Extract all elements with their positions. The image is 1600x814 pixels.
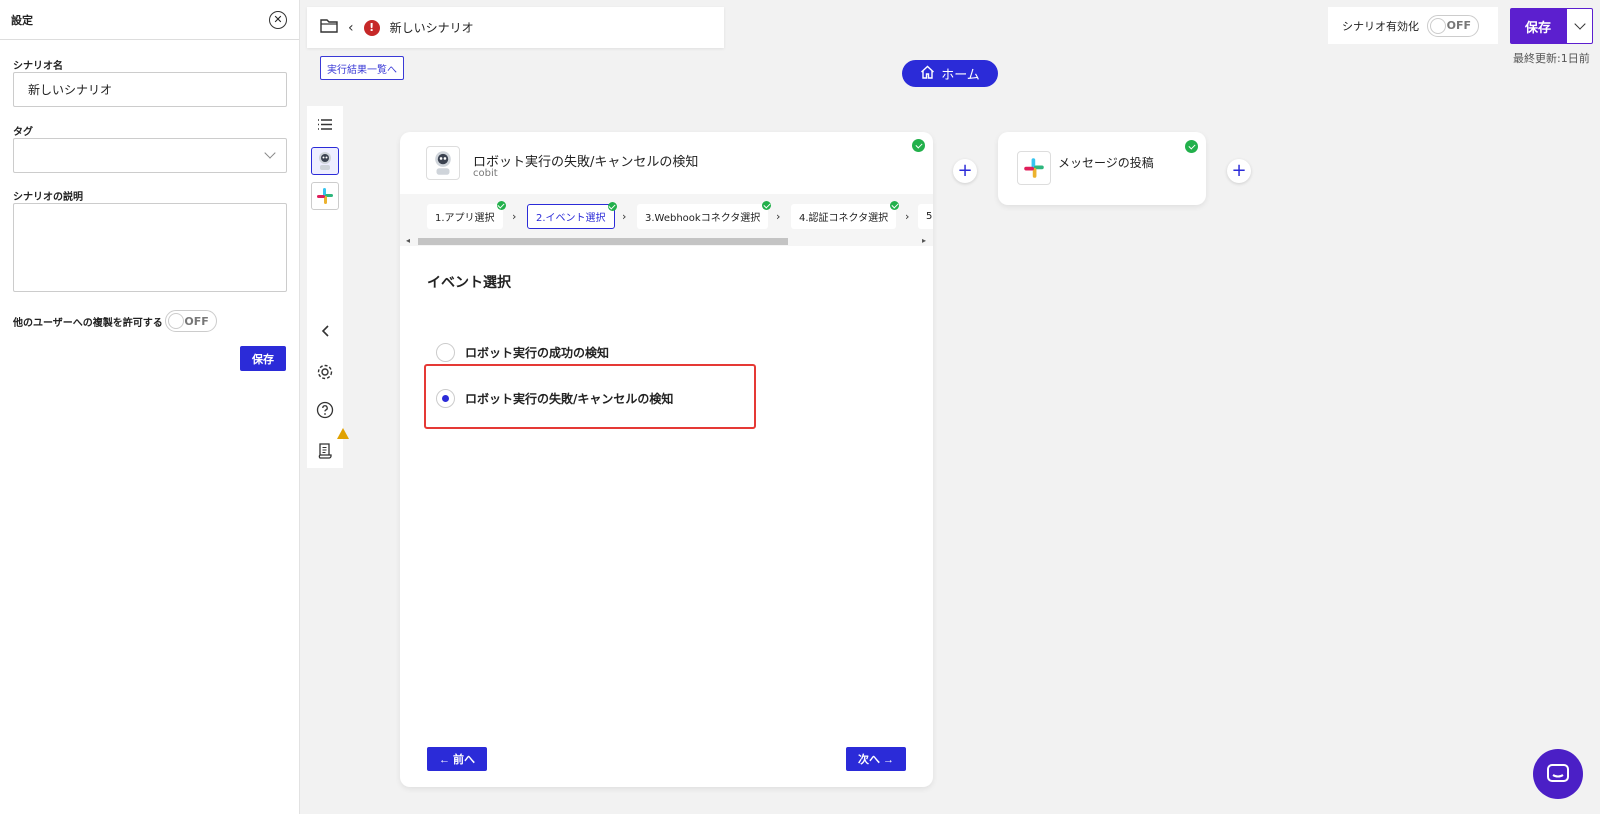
radio-button[interactable] <box>436 343 455 362</box>
scenario-name-input[interactable]: 新しいシナリオ <box>13 72 287 107</box>
error-icon: ! <box>363 19 380 36</box>
enable-scenario-box: シナリオ有効化 OFF <box>1328 7 1498 44</box>
warning-icon <box>337 428 349 439</box>
option-label: ロボット実行の失敗/キャンセルの検知 <box>465 392 674 406</box>
step-3[interactable]: 3.Webhookコネクタ選択 <box>637 201 772 229</box>
chevron-right-icon: › <box>776 210 781 223</box>
back-chevron-icon[interactable]: ‹ <box>348 20 354 36</box>
step-1[interactable]: 1.アプリ選択 <box>427 201 506 229</box>
scrollbar-thumb[interactable] <box>418 238 788 245</box>
save-split-button: 保存 <box>1510 8 1593 44</box>
toggle-state: OFF <box>1446 19 1471 32</box>
chevron-down-icon <box>264 147 276 159</box>
check-icon <box>496 201 506 210</box>
card2-title: メッセージの投稿 <box>1058 156 1154 170</box>
help-icon[interactable] <box>307 393 343 427</box>
slack-icon <box>1017 151 1051 185</box>
card-header: ロボット実行の失敗/キャンセルの検知 cobit <box>400 132 933 194</box>
event-option-failure[interactable]: ロボット実行の失敗/キャンセルの検知 <box>436 389 673 408</box>
check-icon <box>1185 140 1198 153</box>
event-option-success[interactable]: ロボット実行の成功の検知 <box>436 343 609 362</box>
toggle-knob <box>1430 17 1446 34</box>
step-label: 3.Webhookコネクタ選択 <box>645 213 761 224</box>
close-icon[interactable]: ✕ <box>269 10 287 29</box>
description-textarea[interactable] <box>13 203 287 292</box>
collapse-chevron-icon[interactable] <box>307 314 343 348</box>
scenario-bar: ‹ ! 新しいシナリオ <box>307 7 724 48</box>
section-title: イベント選択 <box>427 275 511 291</box>
copy-permission-row: 他のユーザーへの複製を許可する OFF <box>13 310 217 332</box>
step-label: 4.認証コネクタ選択 <box>799 213 889 224</box>
scroll-left-icon[interactable]: ◂ <box>406 236 410 245</box>
copy-permission-label: 他のユーザーへの複製を許可する <box>13 317 163 329</box>
tag-select[interactable] <box>13 138 287 173</box>
toggle-state: OFF <box>184 314 209 328</box>
slack-app-icon[interactable] <box>311 182 339 210</box>
chevron-right-icon: › <box>905 210 910 223</box>
check-icon <box>912 139 925 152</box>
enable-label: シナリオ有効化 <box>1342 19 1419 33</box>
slack-action-card[interactable]: メッセージの投稿 <box>998 132 1206 205</box>
description-label: シナリオの説明 <box>13 192 83 203</box>
prev-button[interactable]: ← 前へ <box>427 747 487 771</box>
check-icon <box>607 202 617 211</box>
event-card: ロボット実行の失敗/キャンセルの検知 cobit 1.アプリ選択 › 2.イベン… <box>400 132 933 787</box>
save-button[interactable]: 保存 <box>1510 8 1566 44</box>
step-4[interactable]: 4.認証コネクタ選択 <box>791 201 900 229</box>
settings-title: 設定 <box>11 13 33 27</box>
step-5[interactable]: 5 <box>918 204 933 229</box>
tag-label: タグ <box>13 127 33 138</box>
toggle-knob <box>167 313 184 329</box>
step-2[interactable]: 2.イベント選択 <box>527 202 617 229</box>
home-label: ホーム <box>941 68 980 83</box>
radio-button[interactable] <box>436 389 455 408</box>
horizontal-scrollbar[interactable]: ◂ ▸ <box>404 236 928 246</box>
check-icon <box>890 201 900 210</box>
step-label: 5 <box>926 211 933 222</box>
list-icon[interactable] <box>307 107 343 141</box>
log-icon[interactable] <box>307 434 343 468</box>
scenario-name-label: シナリオ名 <box>13 61 63 72</box>
step-label: 2.イベント選択 <box>536 213 606 224</box>
next-button[interactable]: 次へ → <box>846 747 906 771</box>
results-list-link[interactable]: 実行結果一覧へ <box>320 56 404 80</box>
chevron-right-icon: › <box>622 210 627 223</box>
gear-icon[interactable] <box>307 355 343 389</box>
chevron-down-icon <box>1573 18 1586 30</box>
robot-app-icon[interactable] <box>311 147 339 175</box>
last-updated: 最終更新:1日前 <box>1513 52 1590 65</box>
settings-save-button[interactable]: 保存 <box>240 346 286 371</box>
card-title: ロボット実行の失敗/キャンセルの検知 <box>473 155 699 170</box>
chevron-right-icon: › <box>512 210 517 223</box>
chat-icon[interactable] <box>1533 749 1583 799</box>
folder-icon[interactable] <box>320 18 338 37</box>
copy-permission-toggle[interactable]: OFF <box>164 310 217 332</box>
robot-icon <box>426 146 460 180</box>
settings-panel: 設定 ✕ シナリオ名 新しいシナリオ タグ シナリオの説明 他のユーザーへの複製… <box>0 0 300 814</box>
card-subtitle: cobit <box>473 168 498 179</box>
scroll-right-icon[interactable]: ▸ <box>922 236 926 245</box>
settings-header: 設定 ✕ <box>0 0 299 40</box>
home-button[interactable]: ホーム <box>902 60 998 87</box>
scenario-title: 新しいシナリオ <box>389 21 474 35</box>
step-label: 1.アプリ選択 <box>435 213 495 224</box>
home-icon <box>920 65 935 83</box>
save-dropdown-button[interactable] <box>1566 8 1593 44</box>
check-icon <box>762 201 772 210</box>
option-label: ロボット実行の成功の検知 <box>465 346 610 360</box>
add-step-button[interactable]: + <box>1227 159 1251 183</box>
enable-toggle[interactable]: OFF <box>1427 14 1479 37</box>
add-step-button[interactable]: + <box>953 159 977 183</box>
